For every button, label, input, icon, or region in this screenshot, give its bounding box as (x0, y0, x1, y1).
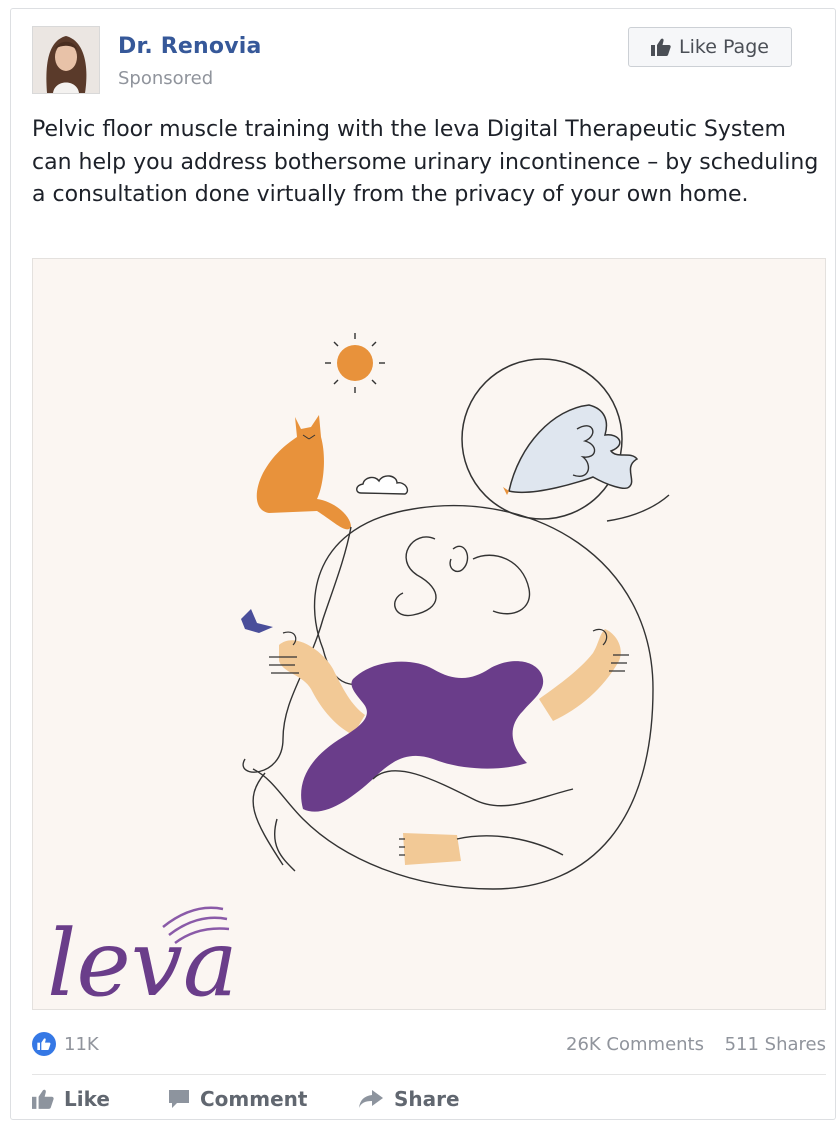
divider (32, 1074, 826, 1075)
post-text: Pelvic floor muscle training with the le… (32, 117, 819, 207)
like-count-text: 11K (64, 1033, 99, 1055)
page-avatar[interactable] (32, 26, 100, 94)
like-button[interactable]: Like (32, 1087, 110, 1111)
comment-label: Comment (200, 1087, 308, 1111)
small-bird-icon (241, 609, 273, 633)
thumbs-up-icon (32, 1089, 54, 1109)
share-button[interactable]: Share (358, 1087, 460, 1111)
like-reaction-count[interactable]: 11K (32, 1032, 99, 1056)
reaction-summary: 11K 26K Comments 511 Shares (32, 1030, 826, 1060)
comment-icon (169, 1090, 189, 1108)
cat-icon (256, 415, 351, 530)
ad-image[interactable]: leva (32, 258, 826, 1010)
like-label: Like (64, 1087, 110, 1111)
bird-icon (508, 404, 639, 493)
sponsored-label[interactable]: Sponsored (118, 68, 213, 89)
like-page-button[interactable]: Like Page (628, 27, 792, 67)
cloud-icon (356, 475, 409, 495)
thumbs-up-icon (651, 38, 671, 56)
share-label: Share (394, 1087, 460, 1111)
comments-count[interactable]: 26K Comments (566, 1034, 704, 1055)
avatar-portrait-image (33, 27, 99, 93)
comment-button[interactable]: Comment (168, 1087, 307, 1111)
like-reaction-icon (32, 1032, 56, 1056)
shares-count[interactable]: 511 Shares (725, 1034, 826, 1055)
page-name-link[interactable]: Dr. Renovia (118, 34, 262, 59)
meditation-illustration: leva (47, 333, 670, 1009)
post-action-bar: Like Comment Share (32, 1084, 826, 1118)
like-page-label: Like Page (679, 36, 769, 58)
leva-logo-text: leva (47, 910, 238, 1009)
share-arrow-icon (359, 1090, 383, 1108)
sun-icon (325, 333, 385, 393)
